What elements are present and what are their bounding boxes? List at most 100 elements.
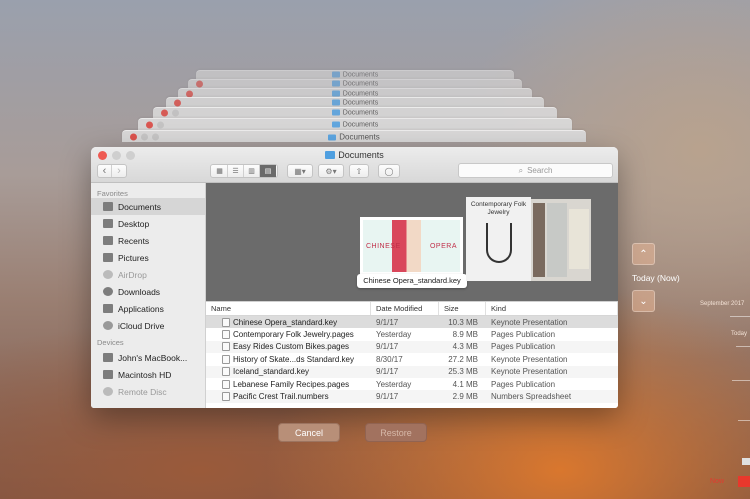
stack-window-title: Documents (342, 109, 379, 117)
list-header: Name Date Modified Size Kind (206, 301, 618, 316)
sidebar-item-macbook[interactable]: John's MacBook... (91, 349, 205, 366)
recents-icon (103, 236, 113, 245)
file-row[interactable]: Easy Rides Custom Bikes.pages 9/1/17 4.3… (206, 340, 618, 354)
file-row[interactable]: Lebanese Family Recipes.pages Yesterday … (206, 378, 618, 390)
tags-button[interactable]: ◯ (378, 164, 400, 178)
timeline-label-today[interactable]: Today (731, 331, 747, 337)
action-button[interactable]: ⚙▾ (318, 164, 344, 178)
column-name[interactable]: Name (206, 302, 371, 315)
timeline-up-button[interactable]: ⌃ (632, 243, 655, 265)
devices-header: Devices (97, 338, 124, 347)
file-row[interactable]: Chinese Opera_standard.key 9/1/17 10.3 M… (206, 316, 618, 329)
gear-icon: ⚙▾ (325, 166, 337, 176)
column-date-modified[interactable]: Date Modified (371, 302, 439, 315)
keynote-file-icon (222, 317, 230, 327)
file-row[interactable]: Iceland_standard.key 9/1/17 25.3 MB Keyn… (206, 365, 618, 378)
group-icon: ▦▾ (294, 166, 306, 176)
timeline-marker[interactable] (742, 458, 750, 465)
timeline-tick[interactable] (736, 346, 750, 347)
downloads-icon (103, 287, 113, 296)
stack-window[interactable]: Documents (188, 79, 522, 88)
forward-button[interactable]: › (112, 165, 126, 177)
necklace-image (485, 223, 512, 263)
icloud-icon (103, 321, 113, 330)
preview-thumbnail[interactable]: Contemporary Folk Jewelry (466, 197, 531, 281)
search-field[interactable]: ⌕ Search (458, 163, 613, 178)
stack-window[interactable]: Documents (138, 118, 572, 130)
thumbnail-text: OPERA (429, 243, 457, 250)
pictures-icon (103, 253, 113, 262)
timeline-now-marker[interactable] (738, 476, 750, 487)
disc-icon (103, 387, 113, 396)
pages-file-icon (222, 330, 230, 340)
laptop-icon (103, 353, 113, 362)
tag-icon: ◯ (384, 166, 394, 176)
chevron-up-icon: ⌃ (639, 248, 648, 260)
sidebar-item-recents[interactable]: Recents (91, 232, 205, 249)
timeline-current-label: Today (Now) (632, 273, 680, 283)
finder-window: Documents ‹ › ▦ ☰ ▥ ▤ ▦▾ ⚙▾ ⇧ ◯ ⌕ Search… (91, 147, 618, 408)
stack-window[interactable]: Documents (153, 107, 557, 118)
nav-buttons: ‹ › (97, 164, 127, 178)
share-icon: ⇧ (355, 166, 363, 176)
column-kind[interactable]: Kind (486, 302, 618, 315)
file-list: Name Date Modified Size Kind Chinese Ope… (206, 301, 618, 408)
window-title: Documents (91, 150, 618, 160)
view-switcher: ▦ ☰ ▥ ▤ (210, 164, 278, 178)
group-button[interactable]: ▦▾ (287, 164, 313, 178)
preview-thumbnail[interactable] (531, 199, 591, 281)
cover-flow-icon[interactable]: ▤ (260, 165, 276, 177)
stack-window[interactable]: Documents (122, 130, 586, 142)
numbers-file-icon (222, 392, 230, 402)
file-row[interactable]: Pacific Crest Trail.numbers 9/1/17 2.9 M… (206, 390, 618, 403)
search-placeholder: Search (527, 166, 553, 175)
preview-thumbnail-selected[interactable]: CHINESE OPERA (360, 217, 463, 275)
sidebar-item-applications[interactable]: Applications (91, 300, 205, 317)
pages-file-icon (222, 379, 230, 389)
keynote-file-icon (222, 354, 230, 364)
sidebar-item-desktop[interactable]: Desktop (91, 215, 205, 232)
favorites-header: Favorites (97, 189, 128, 198)
stack-window[interactable]: Documents (196, 70, 514, 79)
stack-window-title: Documents (342, 121, 379, 128)
sidebar-item-icloud[interactable]: iCloud Drive (91, 317, 205, 334)
list-view-icon[interactable]: ☰ (228, 165, 244, 177)
pages-file-icon (222, 342, 230, 352)
stack-window-title: Documents (339, 132, 380, 141)
cancel-button[interactable]: Cancel (278, 423, 340, 442)
airdrop-icon (103, 270, 113, 279)
share-button[interactable]: ⇧ (349, 164, 369, 178)
timeline-label-september[interactable]: September 2017 (700, 301, 744, 307)
stack-window-title: Documents (342, 71, 379, 79)
stack-window-title: Documents (342, 90, 379, 97)
back-button[interactable]: ‹ (98, 165, 113, 177)
sidebar-item-airdrop[interactable]: AirDrop (91, 266, 205, 283)
icon-view-icon[interactable]: ▦ (212, 165, 228, 177)
sidebar-item-remote-disc[interactable]: Remote Disc (91, 383, 205, 400)
keynote-file-icon (222, 367, 230, 377)
stack-window-title: Documents (342, 99, 379, 107)
chevron-down-icon: ⌄ (639, 295, 648, 307)
restore-button[interactable]: Restore (365, 423, 427, 442)
sidebar: Favorites Documents Desktop Recents Pict… (91, 183, 206, 408)
preview-label: Chinese Opera_standard.key (357, 274, 467, 288)
cover-flow-preview: CHINESE OPERA Chinese Opera_standard.key… (206, 183, 618, 301)
folder-icon (325, 151, 336, 159)
timeline-tick[interactable] (738, 420, 750, 421)
thumbnail-text: Contemporary Folk Jewelry (470, 201, 527, 216)
applications-icon (103, 304, 113, 313)
timeline-down-button[interactable]: ⌄ (632, 290, 655, 312)
sidebar-item-downloads[interactable]: Downloads (91, 283, 205, 300)
column-size[interactable]: Size (439, 302, 486, 315)
thumbnail-text: CHINESE (366, 243, 401, 250)
desktop-icon (103, 219, 113, 228)
timeline-tick[interactable] (730, 316, 750, 317)
column-view-icon[interactable]: ▥ (244, 165, 260, 177)
sidebar-item-macintosh-hd[interactable]: Macintosh HD (91, 366, 205, 383)
timeline-label-now[interactable]: Now (710, 478, 724, 485)
timeline-tick[interactable] (732, 380, 750, 381)
sidebar-item-pictures[interactable]: Pictures (91, 249, 205, 266)
sidebar-item-documents[interactable]: Documents (91, 198, 205, 215)
file-row[interactable]: Contemporary Folk Jewelry.pages Yesterda… (206, 328, 618, 340)
file-row[interactable]: History of Skate...ds Standard.key 8/30/… (206, 353, 618, 365)
